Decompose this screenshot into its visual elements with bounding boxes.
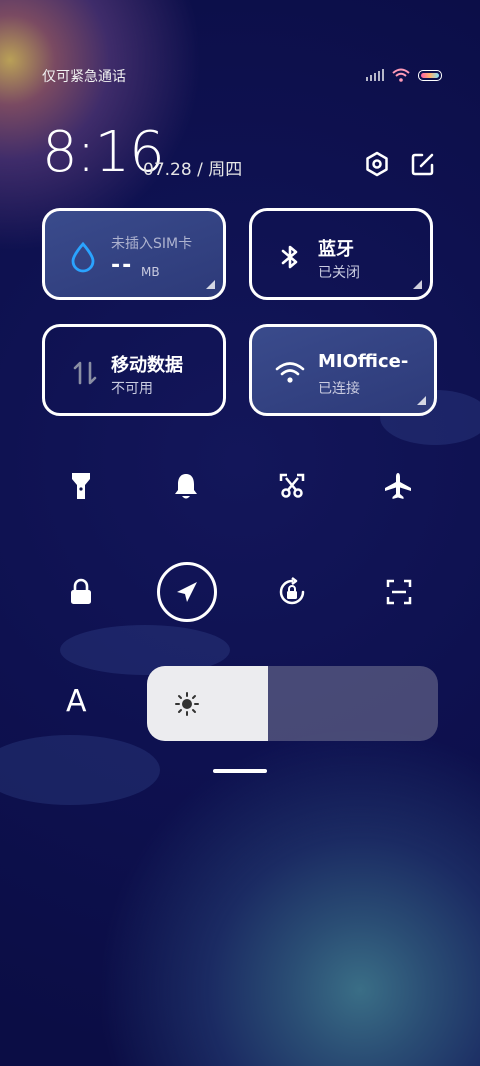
status-bar: 仅可紧急通话	[42, 66, 442, 86]
date-text[interactable]: 07.28 / 周四	[143, 155, 242, 180]
location-icon	[177, 582, 197, 602]
scanner-toggle[interactable]	[379, 572, 419, 612]
signal-icon	[366, 69, 384, 81]
battery-icon	[418, 69, 442, 81]
settings-icon[interactable]	[364, 151, 390, 177]
screenshot-icon	[279, 473, 305, 498]
brightness-fill	[147, 666, 268, 741]
bluetooth-icon	[281, 245, 298, 269]
sim-status-text: 未插入SIM卡	[111, 236, 193, 252]
screenshot-toggle[interactable]	[272, 466, 312, 506]
data-usage-unit: MB	[141, 265, 160, 279]
expand-corner-icon	[417, 396, 426, 405]
water-drop-icon	[71, 241, 95, 273]
expand-corner-icon	[206, 280, 215, 289]
expand-corner-icon	[413, 280, 422, 289]
mobile-data-tile[interactable]: 移动数据 不可用	[42, 324, 226, 416]
edit-icon[interactable]	[410, 151, 436, 177]
location-toggle-icon[interactable]	[167, 572, 207, 612]
scan-icon	[386, 579, 412, 605]
lock-screen-toggle[interactable]	[61, 572, 101, 612]
lock-icon	[71, 578, 91, 604]
wifi-network-name: MIOffice-	[318, 351, 409, 372]
airplane-icon	[385, 473, 411, 499]
drag-handle[interactable]	[213, 769, 267, 773]
mobile-data-icon	[73, 361, 97, 385]
mobile-data-status: 不可用	[111, 381, 153, 397]
airplane-toggle[interactable]	[378, 466, 418, 506]
wifi-tile[interactable]: MIOffice- 已连接	[249, 324, 437, 416]
flashlight-toggle[interactable]	[61, 466, 101, 506]
sun-icon	[175, 692, 199, 716]
carrier-text: 仅可紧急通话	[42, 69, 126, 85]
rotation-lock-toggle[interactable]	[272, 572, 312, 612]
brightness-slider[interactable]	[147, 666, 438, 741]
silent-toggle[interactable]	[166, 466, 206, 506]
auto-brightness-button[interactable]: A	[66, 684, 87, 719]
data-usage-value: --	[111, 253, 134, 278]
data-usage-tile[interactable]: 未插入SIM卡 -- MB	[42, 208, 226, 300]
cloud-decoration	[0, 735, 160, 805]
wifi-icon	[392, 68, 410, 82]
mobile-data-title: 移动数据	[111, 355, 183, 376]
wifi-status: 已连接	[318, 381, 360, 397]
wifi-icon	[275, 362, 305, 383]
flashlight-icon	[72, 473, 90, 499]
status-icons	[366, 68, 442, 82]
rotation-lock-icon	[279, 577, 305, 605]
bluetooth-status: 已关闭	[318, 265, 360, 281]
bell-icon	[175, 474, 197, 499]
bluetooth-tile[interactable]: 蓝牙 已关闭	[249, 208, 433, 300]
bluetooth-title: 蓝牙	[318, 239, 354, 260]
